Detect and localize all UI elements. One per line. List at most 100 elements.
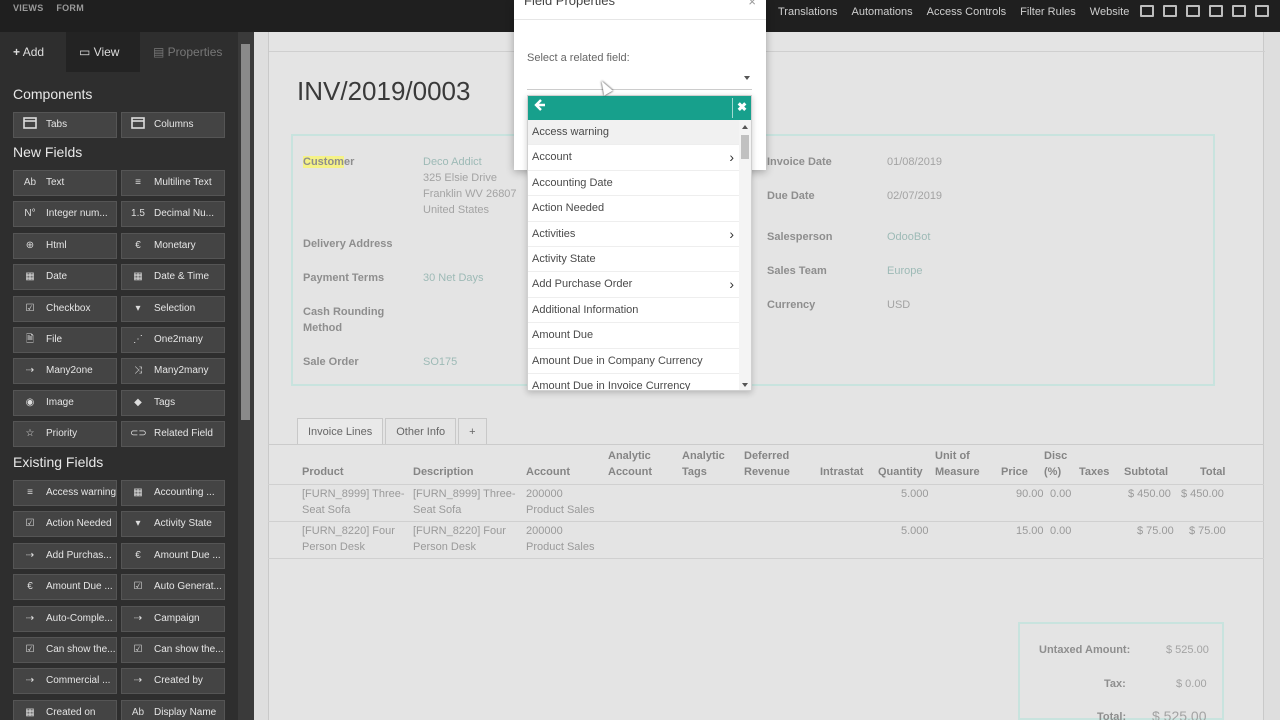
sale-order-value[interactable]: SO175 [423,356,457,368]
new_fields-item[interactable]: 🗎 File [13,327,117,353]
tab-invoice-lines[interactable]: Invoice Lines [297,418,384,445]
kanban-view-icon[interactable] [1163,5,1177,17]
col-unit-of-measure[interactable]: Unit of Measure [935,448,980,480]
existing_fields-item[interactable]: ▦ Created on [13,699,117,720]
list-item[interactable]: Additional Information [528,298,740,324]
form-view-icon[interactable] [1140,5,1154,17]
new_fields-item[interactable]: ⊂⊃ Related Field [121,421,225,448]
totals-box[interactable] [1018,622,1224,720]
pivot-view-icon[interactable] [1255,5,1269,17]
list-item[interactable]: Activity State [528,247,740,273]
page-title[interactable]: INV/2019/0003 [297,76,470,107]
breadcrumb-views[interactable]: VIEWS [13,3,44,13]
new_fields-item[interactable]: ◉ Image [13,389,117,416]
new_fields-item[interactable]: ⇢ Many2one [13,358,117,385]
due-date-label[interactable]: Due Date [767,190,815,202]
related-field-select[interactable] [527,72,752,90]
list-item[interactable]: Amount Due [528,323,740,349]
col-analytic-account[interactable]: Analytic Account [608,448,652,480]
chevron-right-icon[interactable]: › [729,222,734,247]
invoice-date-value[interactable]: 01/08/2019 [887,156,942,168]
new_fields-item[interactable]: ▦ Date [13,264,117,291]
invoice-date-label[interactable]: Invoice Date [767,156,832,168]
list-item[interactable]: Action Needed [528,196,740,222]
existing_fields-item[interactable]: ≡ Access warning [13,480,117,506]
sales-team-label[interactable]: Sales Team [767,265,827,277]
list-item[interactable]: Account › [528,145,740,171]
dropdown-scroll-thumb[interactable] [741,135,749,159]
existing_fields-item[interactable]: ⇢ Created by [121,668,225,695]
list-item[interactable]: Access warning [528,120,740,146]
currency-value[interactable]: USD [887,299,910,311]
col-disc[interactable]: Disc (%) [1044,448,1067,480]
new_fields-item[interactable]: ⋰ One2many [121,327,225,353]
col-product[interactable]: Product [302,464,344,480]
existing_fields-item[interactable]: ⇢ Campaign [121,605,225,632]
scroll-down-icon[interactable] [742,383,748,387]
sales-team-value[interactable]: Europe [887,265,922,277]
payment-terms-label[interactable]: Payment Terms [303,272,384,284]
menu-filter-rules[interactable]: Filter Rules [1020,6,1076,18]
scroll-up-icon[interactable] [742,125,748,129]
existing_fields-item[interactable]: ⇢ Add Purchas... [13,542,117,569]
col-deferred-revenue[interactable]: Deferred Revenue [744,448,790,480]
due-date-value[interactable]: 02/07/2019 [887,190,942,202]
chevron-right-icon[interactable]: › [729,272,734,297]
new_fields-item[interactable]: ≡ Multiline Text [121,170,225,196]
salesperson-label[interactable]: Salesperson [767,231,832,243]
graph-view-icon[interactable] [1232,5,1246,17]
existing_fields-item[interactable]: ☑ Action Needed [13,511,117,538]
new_fields-item[interactable]: ▾ Selection [121,295,225,322]
customer-label[interactable]: Customer [303,156,354,168]
sidebar-scroll-thumb[interactable] [241,44,250,420]
col-quantity[interactable]: Quantity [878,464,923,480]
existing_fields-item[interactable]: ⇢ Auto-Comple... [13,605,117,632]
menu-website[interactable]: Website [1090,6,1130,18]
menu-automations[interactable]: Automations [852,6,913,18]
payment-terms-value[interactable]: 30 Net Days [423,272,484,284]
existing_fields-item[interactable]: Ab Display Name [121,699,225,720]
new_fields-item[interactable]: 1.5 Decimal Nu... [121,201,225,228]
existing_fields-item[interactable]: ▾ Activity State [121,511,225,538]
existing_fields-item[interactable]: € Amount Due ... [13,574,117,601]
close-icon[interactable]: × [748,0,756,9]
col-price[interactable]: Price [1001,464,1028,480]
currency-label[interactable]: Currency [767,299,815,311]
new_fields-item[interactable]: ▦ Date & Time [121,264,225,291]
new_fields-item[interactable]: € Monetary [121,232,225,259]
new_fields-item[interactable]: ◆ Tags [121,389,225,416]
dropdown-scrollbar[interactable] [739,120,751,390]
list-view-icon[interactable] [1186,5,1200,17]
new_fields-item[interactable]: ⤨ Many2many [121,358,225,385]
close-icon[interactable]: ✖ [735,100,749,114]
tab-view[interactable]: ▭ View [66,32,140,72]
menu-access-controls[interactable]: Access Controls [927,6,1006,18]
col-taxes[interactable]: Taxes [1079,464,1109,480]
tab-other-info[interactable]: Other Info [385,418,457,445]
existing_fields-item[interactable]: ☑ Auto Generat... [121,574,225,601]
list-item[interactable]: Add Purchase Order › [528,272,740,298]
new_fields-item[interactable]: ⊕ Html [13,232,117,259]
new_fields-item[interactable]: ☆ Priority [13,421,117,448]
cash-rounding-label[interactable]: Cash Rounding [303,306,384,318]
col-account[interactable]: Account [526,464,570,480]
existing_fields-item[interactable]: ☑ Can show the... [121,637,225,663]
chevron-right-icon[interactable]: › [729,145,734,170]
salesperson-value[interactable]: OdooBot [887,231,930,243]
tab-add[interactable]: + Add [0,32,66,72]
col-analytic-tags[interactable]: Analytic Tags [682,448,725,480]
existing_fields-item[interactable]: ☑ Can show the... [13,637,117,663]
new_fields-item[interactable]: Ab Text [13,170,117,196]
customer-name[interactable]: Deco Addict [423,156,482,168]
menu-translations[interactable]: Translations [778,6,838,18]
col-intrastat[interactable]: Intrastat [820,464,863,480]
delivery-address-label[interactable]: Delivery Address [303,238,392,250]
add-tab-button[interactable]: + [458,418,487,445]
list-item[interactable]: Accounting Date [528,171,740,197]
existing_fields-item[interactable]: ▦ Accounting ... [121,480,225,506]
sidebar-scrollbar[interactable] [238,32,254,720]
col-subtotal[interactable]: Subtotal [1124,464,1168,480]
back-arrow-icon[interactable] [534,98,550,116]
list-item[interactable]: Amount Due in Invoice Currency [528,374,740,390]
list-item[interactable]: Activities › [528,222,740,247]
